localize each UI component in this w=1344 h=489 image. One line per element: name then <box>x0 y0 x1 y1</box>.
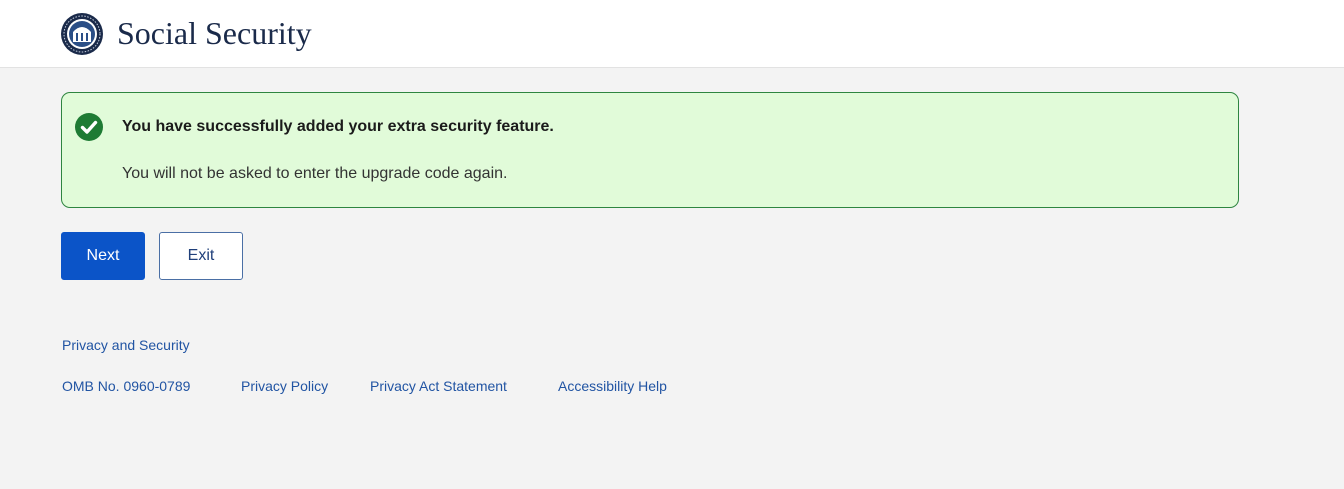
success-alert: You have successfully added your extra s… <box>61 92 1239 208</box>
alert-title: You have successfully added your extra s… <box>122 118 554 135</box>
exit-button[interactable]: Exit <box>159 232 243 280</box>
privacy-act-statement-link[interactable]: Privacy Act Statement <box>370 378 507 394</box>
check-circle-icon <box>75 113 103 141</box>
privacy-and-security-link[interactable]: Privacy and Security <box>62 337 190 353</box>
ssa-seal-icon[interactable] <box>60 12 104 56</box>
next-button[interactable]: Next <box>61 232 145 280</box>
omb-number: OMB No. 0960-0789 <box>62 378 191 394</box>
site-header: Social Security <box>0 0 1344 68</box>
brand-name[interactable]: Social Security <box>117 14 312 52</box>
privacy-policy-link[interactable]: Privacy Policy <box>241 378 328 394</box>
alert-message: You will not be asked to enter the upgra… <box>122 165 508 182</box>
accessibility-help-link[interactable]: Accessibility Help <box>558 378 667 394</box>
